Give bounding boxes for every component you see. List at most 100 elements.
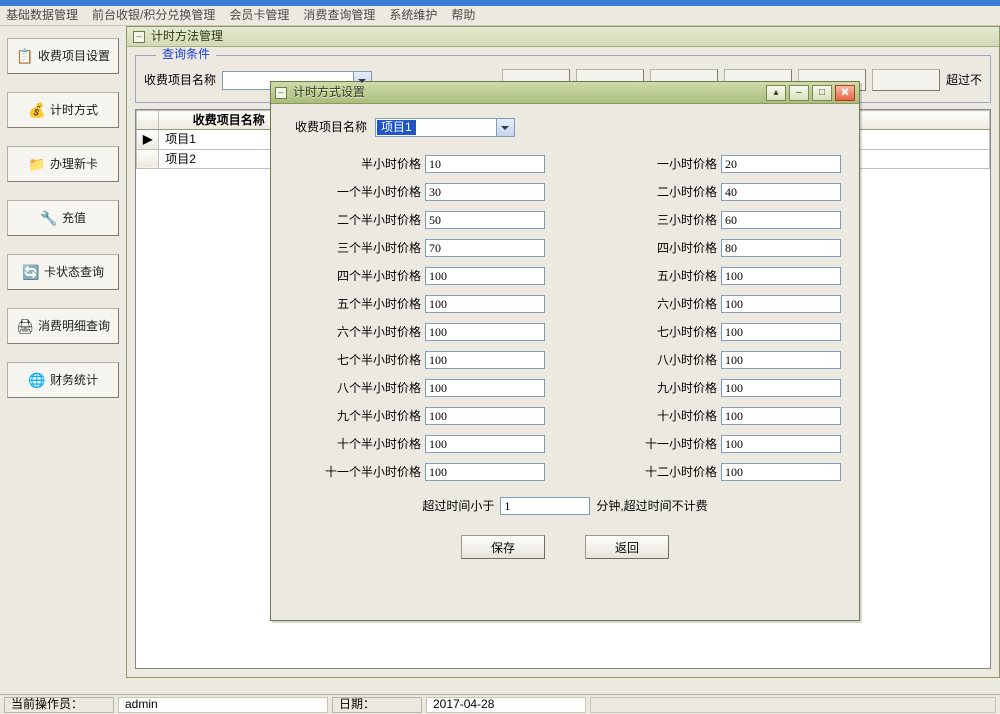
right-price-input[interactable]	[721, 295, 841, 313]
overtime-suffix: 分钟,超过时间不计费	[596, 499, 707, 513]
save-button[interactable]: 保存	[461, 535, 545, 559]
right-price-input[interactable]	[721, 379, 841, 397]
left-price-input[interactable]	[425, 183, 545, 201]
left-price-input[interactable]	[425, 351, 545, 369]
date-value: 2017-04-28	[426, 697, 586, 713]
btn-card-status[interactable]: 🔄卡状态查询	[7, 254, 119, 290]
collapse-icon[interactable]: –	[275, 87, 287, 99]
left-price-input[interactable]	[425, 379, 545, 397]
price-row: 半小时价格	[289, 155, 545, 173]
btn-label: 卡状态查询	[44, 265, 104, 279]
right-price-label: 二小时价格	[657, 185, 717, 199]
left-price-input[interactable]	[425, 155, 545, 173]
price-row: 九个半小时价格	[289, 407, 545, 425]
left-price-input[interactable]	[425, 267, 545, 285]
price-row: 六个半小时价格	[289, 323, 545, 341]
timing-settings-dialog: – 计时方式设置 ▴ – □ 收费项目名称 项目1 半小时价格一个半小时价格二个…	[270, 81, 860, 621]
left-price-label: 五个半小时价格	[337, 297, 421, 311]
right-price-label: 一小时价格	[657, 157, 717, 171]
workspace-titlebar: – 计时方法管理	[127, 27, 999, 47]
price-row: 二小时价格	[585, 183, 841, 201]
right-price-input[interactable]	[721, 155, 841, 173]
btn-label: 消费明细查询	[38, 319, 110, 333]
menu-item[interactable]: 前台收银/积分兑换管理	[92, 8, 215, 22]
left-price-input[interactable]	[425, 407, 545, 425]
right-price-input[interactable]	[721, 351, 841, 369]
close-button[interactable]	[835, 85, 855, 101]
left-price-label: 七个半小时价格	[337, 353, 421, 367]
right-price-input[interactable]	[721, 239, 841, 257]
right-price-input[interactable]	[721, 323, 841, 341]
left-price-label: 一个半小时价格	[337, 185, 421, 199]
btn-finance[interactable]: 🌐财务统计	[7, 362, 119, 398]
tool-icon: 🔧	[40, 209, 58, 227]
right-price-label: 十小时价格	[657, 409, 717, 423]
btn-new-card[interactable]: 📁办理新卡	[7, 146, 119, 182]
price-row: 二个半小时价格	[289, 211, 545, 229]
price-row: 八个半小时价格	[289, 379, 545, 397]
right-price-label: 九小时价格	[657, 381, 717, 395]
left-toolbar: 📋收费项目设置 💰计时方式 📁办理新卡 🔧 充值 🔄卡状态查询 🖨 消费明细查询 🌐…	[0, 26, 126, 678]
action-button[interactable]	[872, 69, 940, 91]
grid-header-fragment: 超过不	[946, 73, 982, 87]
project-name-combo[interactable]: 项目1	[375, 118, 515, 137]
collapse-icon[interactable]: –	[133, 31, 145, 43]
btn-timing[interactable]: 💰计时方式	[7, 92, 119, 128]
query-label: 收费项目名称	[144, 73, 216, 87]
left-price-input[interactable]	[425, 323, 545, 341]
left-price-input[interactable]	[425, 435, 545, 453]
combo-selected: 项目1	[377, 120, 416, 135]
menu-item[interactable]: 系统维护	[389, 8, 437, 22]
left-price-input[interactable]	[425, 463, 545, 481]
query-legend: 查询条件	[156, 47, 216, 61]
right-price-input[interactable]	[721, 183, 841, 201]
right-price-input[interactable]	[721, 211, 841, 229]
price-row: 一个半小时价格	[289, 183, 545, 201]
status-bar: 当前操作员： admin 日期： 2017-04-28	[0, 694, 1000, 714]
menu-item[interactable]: 基础数据管理	[6, 8, 78, 22]
status-pad	[590, 697, 996, 713]
menu-bar: 基础数据管理 前台收银/积分兑换管理 会员卡管理 消费查询管理 系统维护 帮助	[0, 6, 1000, 26]
right-price-label: 五小时价格	[657, 269, 717, 283]
right-price-label: 八小时价格	[657, 353, 717, 367]
left-price-input[interactable]	[425, 295, 545, 313]
name-label: 收费项目名称	[295, 120, 367, 134]
btn-label: 财务统计	[50, 373, 98, 387]
workspace-title: 计时方法管理	[151, 29, 223, 43]
price-row: 七个半小时价格	[289, 351, 545, 369]
left-price-input[interactable]	[425, 239, 545, 257]
btn-recharge[interactable]: 🔧 充值	[7, 200, 119, 236]
right-price-input[interactable]	[721, 463, 841, 481]
money-icon: 💰	[28, 101, 46, 119]
price-row: 十一个半小时价格	[289, 463, 545, 481]
menu-item[interactable]: 消费查询管理	[303, 8, 375, 22]
maximize-button[interactable]: □	[812, 85, 832, 101]
menu-item[interactable]: 会员卡管理	[229, 8, 289, 22]
menu-item[interactable]: 帮助	[451, 8, 475, 22]
price-row: 一小时价格	[585, 155, 841, 173]
list-icon: 📋	[16, 47, 34, 65]
minimize-button[interactable]: –	[789, 85, 809, 101]
date-label: 日期：	[332, 697, 422, 713]
operator-label: 当前操作员：	[4, 697, 114, 713]
left-price-label: 三个半小时价格	[337, 241, 421, 255]
left-price-label: 十个半小时价格	[337, 437, 421, 451]
right-price-input[interactable]	[721, 267, 841, 285]
left-price-label: 四个半小时价格	[337, 269, 421, 283]
dialog-title: 计时方式设置	[293, 85, 365, 99]
btn-fee-items[interactable]: 📋收费项目设置	[7, 38, 119, 74]
print-icon: 🖨	[16, 317, 34, 335]
btn-label: 充值	[62, 211, 86, 225]
right-price-input[interactable]	[721, 407, 841, 425]
right-price-input[interactable]	[721, 435, 841, 453]
back-button[interactable]: 返回	[585, 535, 669, 559]
left-price-input[interactable]	[425, 211, 545, 229]
left-price-label: 半小时价格	[361, 157, 421, 171]
row-header-corner	[137, 111, 159, 130]
overtime-input[interactable]	[500, 497, 590, 515]
roll-up-button[interactable]: ▴	[766, 85, 786, 101]
price-row: 八小时价格	[585, 351, 841, 369]
price-row: 十一小时价格	[585, 435, 841, 453]
price-row: 五个半小时价格	[289, 295, 545, 313]
btn-consumption[interactable]: 🖨 消费明细查询	[7, 308, 119, 344]
